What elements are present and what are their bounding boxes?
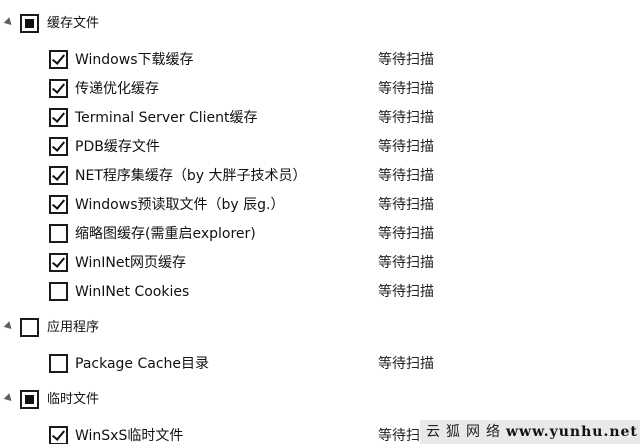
item-checkbox[interactable] — [49, 195, 68, 214]
group-checkbox[interactable] — [20, 14, 39, 33]
checkmark-icon — [51, 196, 66, 210]
expand-arrow-icon[interactable] — [3, 17, 15, 28]
item-checkbox[interactable] — [49, 137, 68, 156]
tree-item[interactable]: Windows预读取文件（by 辰g.） 等待扫描 — [0, 193, 640, 217]
item-label: WinINet Cookies — [75, 284, 190, 300]
tree-item[interactable]: 传递优化缓存 等待扫描 — [0, 77, 640, 101]
item-checkbox[interactable] — [49, 50, 68, 69]
tree-item[interactable]: WinINet Cookies 等待扫描 — [0, 280, 640, 304]
item-label: 缩略图缓存(需重启explorer) — [75, 226, 256, 242]
checkmark-icon — [51, 51, 66, 65]
item-checkbox[interactable] — [49, 224, 68, 243]
item-status: 等待扫描 — [378, 81, 434, 97]
tree-item[interactable]: Package Cache目录 等待扫描 — [0, 352, 640, 376]
item-status: 等待扫描 — [378, 168, 434, 184]
group-label: 应用程序 — [47, 320, 100, 335]
item-checkbox[interactable] — [49, 282, 68, 301]
checkmark-icon — [51, 109, 66, 123]
item-status: 等待扫描 — [378, 255, 434, 271]
group-label: 临时文件 — [47, 392, 100, 407]
expand-arrow-icon[interactable] — [3, 393, 15, 404]
tree-item[interactable]: 缩略图缓存(需重启explorer) 等待扫描 — [0, 222, 640, 246]
tree-item[interactable]: NET程序集缓存（by 大胖子技术员） 等待扫描 — [0, 164, 640, 188]
cleanup-tree: 缓存文件 Windows下载缓存 等待扫描 传递优化缓存 等待扫描 Termin… — [0, 0, 640, 444]
tree-item[interactable]: PDB缓存文件 等待扫描 — [0, 135, 640, 159]
tree-item[interactable]: Windows下载缓存 等待扫描 — [0, 48, 640, 72]
watermark-url: www.yunhu.net — [506, 424, 638, 440]
item-label: WinSxS临时文件 — [75, 428, 184, 444]
checkmark-icon — [51, 167, 66, 181]
item-label: WinINet网页缓存 — [75, 255, 187, 271]
item-status: 等待扫描 — [378, 226, 434, 242]
item-status: 等待扫描 — [378, 110, 434, 126]
item-status: 等待扫描 — [378, 197, 434, 213]
tree-group-temp-files[interactable]: 临时文件 — [0, 388, 640, 412]
item-checkbox[interactable] — [49, 166, 68, 185]
item-label: Terminal Server Client缓存 — [75, 110, 258, 126]
item-checkbox[interactable] — [49, 426, 68, 444]
group-checkbox[interactable] — [20, 390, 39, 409]
item-checkbox[interactable] — [49, 253, 68, 272]
tree-group-cache-files[interactable]: 缓存文件 — [0, 12, 640, 36]
checkmark-icon — [51, 138, 66, 152]
checkmark-icon — [51, 254, 66, 268]
item-label: Windows下载缓存 — [75, 52, 194, 68]
group-label: 缓存文件 — [47, 16, 100, 31]
partial-check-icon — [25, 19, 34, 28]
watermark: 云狐网络www.yunhu.net — [420, 420, 640, 444]
expand-arrow-icon[interactable] — [3, 321, 15, 332]
item-checkbox[interactable] — [49, 79, 68, 98]
checkmark-icon — [51, 80, 66, 94]
item-label: 传递优化缓存 — [75, 81, 159, 97]
checkmark-icon — [51, 427, 66, 441]
watermark-cn: 云狐网络 — [426, 424, 506, 440]
item-label: NET程序集缓存（by 大胖子技术员） — [75, 168, 307, 184]
item-label: Package Cache目录 — [75, 356, 210, 372]
partial-check-icon — [25, 395, 34, 404]
item-status: 等待扫描 — [378, 52, 434, 68]
item-status: 等待扫描 — [378, 284, 434, 300]
item-status: 等待扫描 — [378, 139, 434, 155]
item-label: Windows预读取文件（by 辰g.） — [75, 197, 285, 213]
group-checkbox[interactable] — [20, 318, 39, 337]
tree-item[interactable]: Terminal Server Client缓存 等待扫描 — [0, 106, 640, 130]
item-checkbox[interactable] — [49, 354, 68, 373]
item-label: PDB缓存文件 — [75, 139, 160, 155]
item-status: 等待扫描 — [378, 356, 434, 372]
item-checkbox[interactable] — [49, 108, 68, 127]
tree-group-applications[interactable]: 应用程序 — [0, 316, 640, 340]
tree-item[interactable]: WinINet网页缓存 等待扫描 — [0, 251, 640, 275]
